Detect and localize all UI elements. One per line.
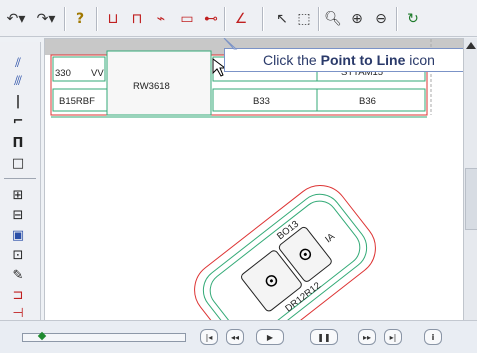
callout-suffix: icon xyxy=(409,52,435,68)
scroll-up-icon[interactable] xyxy=(466,42,476,49)
island-cabinet xyxy=(209,200,361,321)
label-ia: IA xyxy=(323,231,337,246)
cabinet-icon[interactable]: ⊡ xyxy=(6,246,30,264)
zoom-icon[interactable]: 🔍︎ xyxy=(322,10,344,28)
label-330: 330 xyxy=(55,68,71,79)
info-button[interactable]: i xyxy=(424,329,442,345)
straight-wall-icon[interactable]: | xyxy=(6,92,30,110)
select-arrow-icon[interactable]: ↖ xyxy=(272,10,292,28)
floor-plan: 330 VV RW3618 STTAM15 B15RBF B33 B36 BO1… xyxy=(45,39,463,321)
wall-draw-icon[interactable]: ⫽ xyxy=(6,54,30,72)
help-icon[interactable]: ? xyxy=(70,10,90,28)
zoom-in-icon[interactable]: ⊕ xyxy=(346,10,368,28)
callout-prefix: Click the xyxy=(263,52,317,68)
appliance-icon[interactable]: ▣ xyxy=(6,226,30,244)
island: BO13 IA DR12R12 xyxy=(194,184,376,321)
l-shape-wall-icon[interactable]: ⌐ xyxy=(6,112,30,130)
instruction-callout: Click the Point to Line icon xyxy=(224,48,474,72)
label-b36: B36 xyxy=(359,96,376,107)
point-to-line-icon[interactable]: ⊓ xyxy=(126,10,148,28)
toolbar-separator xyxy=(318,7,319,31)
left-tool-palette: ⫽ ⫻ | ⌐ Π □ ⊞ ⊟ ▣ ⊡ ✎ ⊐ ⊣ xyxy=(0,42,41,321)
callout-bold: Point to Line xyxy=(320,52,406,68)
first-frame-button[interactable]: |◂ xyxy=(200,329,218,345)
palette-separator xyxy=(4,178,36,179)
refresh-icon[interactable]: ↻ xyxy=(402,10,424,28)
point-to-point-icon[interactable]: ⊔ xyxy=(102,10,124,28)
window-icon[interactable]: ⊞ xyxy=(6,186,30,204)
playback-bar: |◂ ◂◂ ▶ ❚❚ ▸▸ ▸| i xyxy=(0,320,477,353)
toolbar-separator xyxy=(224,7,225,31)
callout-tail xyxy=(223,38,238,50)
box-room-icon[interactable]: □ xyxy=(6,154,30,172)
wall-edit-icon[interactable]: ⫻ xyxy=(6,72,30,90)
slider-thumb[interactable] xyxy=(37,331,47,341)
zoom-out-icon[interactable]: ⊖ xyxy=(370,10,392,28)
drawing-canvas[interactable]: 330 VV RW3618 STTAM15 B15RBF B33 B36 BO1… xyxy=(44,38,464,322)
rewind-button[interactable]: ◂◂ xyxy=(226,329,244,345)
select-window-icon[interactable]: ⬚ xyxy=(294,10,314,28)
angle-icon[interactable]: ∠ xyxy=(230,10,252,28)
toolbar-separator xyxy=(96,7,97,31)
pause-button[interactable]: ❚❚ xyxy=(310,329,338,345)
playback-slider[interactable] xyxy=(22,331,186,342)
redo-icon[interactable]: ↷▾ xyxy=(32,10,60,28)
u-shape-wall-icon[interactable]: Π xyxy=(6,134,30,152)
label-b15rbf: B15RBF xyxy=(59,96,95,107)
vertical-scrollbar[interactable] xyxy=(463,38,477,320)
toolbar-separator xyxy=(64,7,65,31)
toolbar-separator xyxy=(262,7,263,31)
dimension-icon[interactable]: ⊐ xyxy=(6,286,30,304)
undo-icon[interactable]: ↶▾ xyxy=(2,10,30,28)
scroll-thumb[interactable] xyxy=(465,168,477,230)
door-icon[interactable]: ⊟ xyxy=(6,206,30,224)
toolbar-separator xyxy=(396,7,397,31)
label-b33: B33 xyxy=(253,96,270,107)
label-rw3618: RW3618 xyxy=(133,81,170,92)
top-toolbar: ↶▾ ↷▾ ? ⊔ ⊓ ⌁ ▭ ⊷ ∠ ↖ ⬚ 🔍︎ ⊕ ⊖ ↻ xyxy=(0,0,477,37)
rectangle-icon[interactable]: ▭ xyxy=(176,10,198,28)
segment-icon[interactable]: ⊷ xyxy=(200,10,222,28)
last-frame-button[interactable]: ▸| xyxy=(384,329,402,345)
label-vv: VV xyxy=(91,68,104,79)
play-button[interactable]: ▶ xyxy=(256,329,284,345)
callout-pointer xyxy=(223,38,238,50)
fast-forward-button[interactable]: ▸▸ xyxy=(358,329,376,345)
pencil-icon[interactable]: ✎ xyxy=(6,266,30,284)
tape-measure-icon[interactable]: ⌁ xyxy=(150,10,172,28)
